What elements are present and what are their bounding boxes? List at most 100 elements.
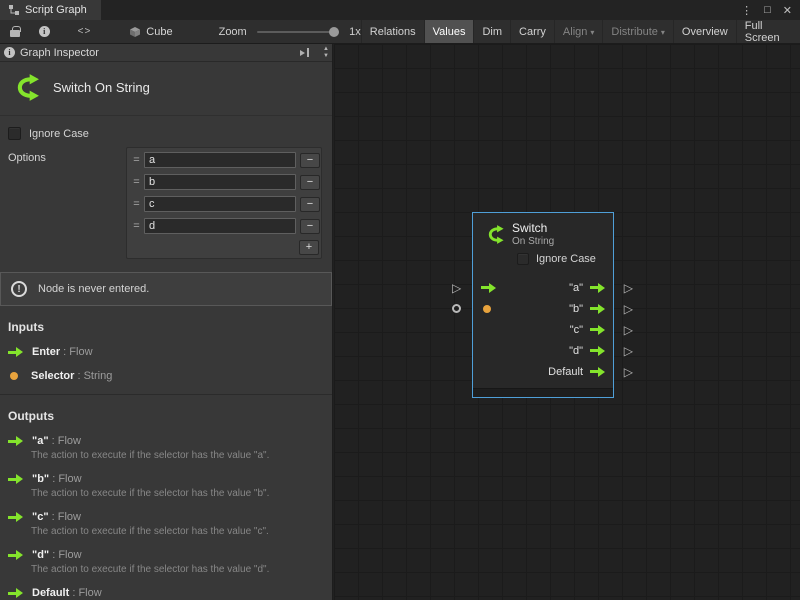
input-item-selector: Selector : String [8,370,324,382]
output-item-default: Default : Flow [8,587,324,599]
node-subtitle: On String [512,236,554,247]
node-footer [473,388,613,397]
zoom-slider-handle[interactable] [329,27,339,37]
inputs-header: Inputs [8,320,324,334]
options-label: Options [8,152,46,164]
flow-icon [8,474,23,484]
output-port-b[interactable]: ▷ [624,303,633,315]
flow-icon [590,346,605,356]
node-port-row-c: "c" ▷ [473,319,613,340]
button-label: Dim [482,26,502,38]
port-label: "c" [570,324,590,336]
toolbar-button-overview[interactable]: Overview [673,20,736,43]
output-port-a[interactable]: ▷ [624,282,633,294]
graph-canvas[interactable]: Switch On String Ignore Case ▷ "a" ▷ "b"… [334,44,800,600]
switch-on-string-icon [8,71,41,104]
ignore-case-label: Ignore Case [29,128,89,140]
output-description: The action to execute if the selector ha… [31,488,324,499]
graph-toolbar: i <> Cube Zoom 1x Relations Values Dim C… [0,20,800,44]
toolbar-button-dim[interactable]: Dim [473,20,510,43]
toolbar-button-fullscreen[interactable]: Full Screen [736,20,800,43]
dock-icon[interactable] [300,48,312,58]
string-icon [10,372,18,380]
input-port-flow[interactable]: ▷ [452,282,461,294]
outputs-header: Outputs [8,409,324,423]
flow-icon [481,283,496,293]
port-name: "b" [32,473,49,485]
zoom-slider[interactable] [257,31,339,33]
tab-script-graph[interactable]: Script Graph [0,0,101,20]
port-name: "d" [32,549,49,561]
window-maximize-icon[interactable]: □ [764,4,771,16]
port-label: "a" [569,282,590,294]
port-type: Flow [58,511,81,523]
output-item-d: "d" : Flow [8,549,324,561]
scroll-up-icon[interactable]: ▲ [323,46,329,52]
lock-icon[interactable] [10,30,20,37]
toolbar-button-values[interactable]: Values [424,20,474,43]
zoom-value: 1x [349,26,361,38]
flow-icon [8,436,23,446]
drag-handle-icon[interactable]: = [129,154,144,166]
drag-handle-icon[interactable]: = [129,176,144,188]
flow-icon [590,304,605,314]
flow-icon [8,588,23,598]
flow-icon [590,325,605,335]
button-label: Carry [519,26,546,38]
option-field[interactable] [144,218,296,234]
port-name: Enter [32,346,60,358]
flow-icon [8,512,23,522]
toolbar-button-relations[interactable]: Relations [361,20,424,43]
toolbar-button-align[interactable]: Align▾ [554,20,602,43]
graph-owner[interactable]: Cube [129,26,172,38]
window-menu-icon[interactable]: ⋮ [741,4,752,17]
option-remove-button[interactable]: − [300,175,320,190]
input-port-selector[interactable] [452,303,461,315]
button-label: Distribute [611,26,657,38]
node-port-row-default: Default ▷ [473,361,613,382]
flow-icon [8,550,23,560]
zoom-label: Zoom [219,26,247,38]
option-remove-button[interactable]: − [300,153,320,168]
output-port-default[interactable]: ▷ [624,366,633,378]
port-type: String [84,370,113,382]
warning-box: ! Node is never entered. [0,272,332,306]
output-item-c: "c" : Flow [8,511,324,523]
switch-on-string-node[interactable]: Switch On String Ignore Case ▷ "a" ▷ "b"… [472,212,614,398]
node-port-row-a: ▷ "a" ▷ [473,277,613,298]
drag-handle-icon[interactable]: = [129,198,144,210]
option-field[interactable] [144,152,296,168]
list-item: = − [129,216,319,236]
button-label: Values [433,26,466,38]
node-header: Switch On String [473,213,613,250]
toolbar-button-carry[interactable]: Carry [510,20,554,43]
option-field[interactable] [144,196,296,212]
code-icon[interactable]: <> [78,26,92,37]
toolbar-button-distribute[interactable]: Distribute▾ [602,20,672,43]
divider [0,394,332,395]
drag-handle-icon[interactable]: = [129,220,144,232]
output-port-c[interactable]: ▷ [624,324,633,336]
window-close-icon[interactable]: ✕ [783,4,792,17]
option-remove-button[interactable]: − [300,219,320,234]
list-item: = − [129,172,319,192]
port-name: "a" [32,435,49,447]
port-label: Default [548,366,590,378]
script-graph-icon [8,4,20,16]
option-remove-button[interactable]: − [300,197,320,212]
scroll-down-icon[interactable]: ▼ [323,53,329,59]
ignore-case-checkbox[interactable] [517,253,529,265]
cube-icon [129,26,141,38]
button-label: Full Screen [745,20,792,44]
option-add-button[interactable]: + [299,240,319,255]
output-description: The action to execute if the selector ha… [31,526,324,537]
page-title: Switch On String [53,80,150,95]
output-port-d[interactable]: ▷ [624,345,633,357]
chevron-down-icon: ▾ [590,28,594,37]
circle-port-icon [452,304,461,313]
port-type: Flow [69,346,92,358]
port-name: Selector [31,370,74,382]
ignore-case-checkbox[interactable] [8,127,21,140]
info-icon[interactable]: i [39,26,50,37]
option-field[interactable] [144,174,296,190]
